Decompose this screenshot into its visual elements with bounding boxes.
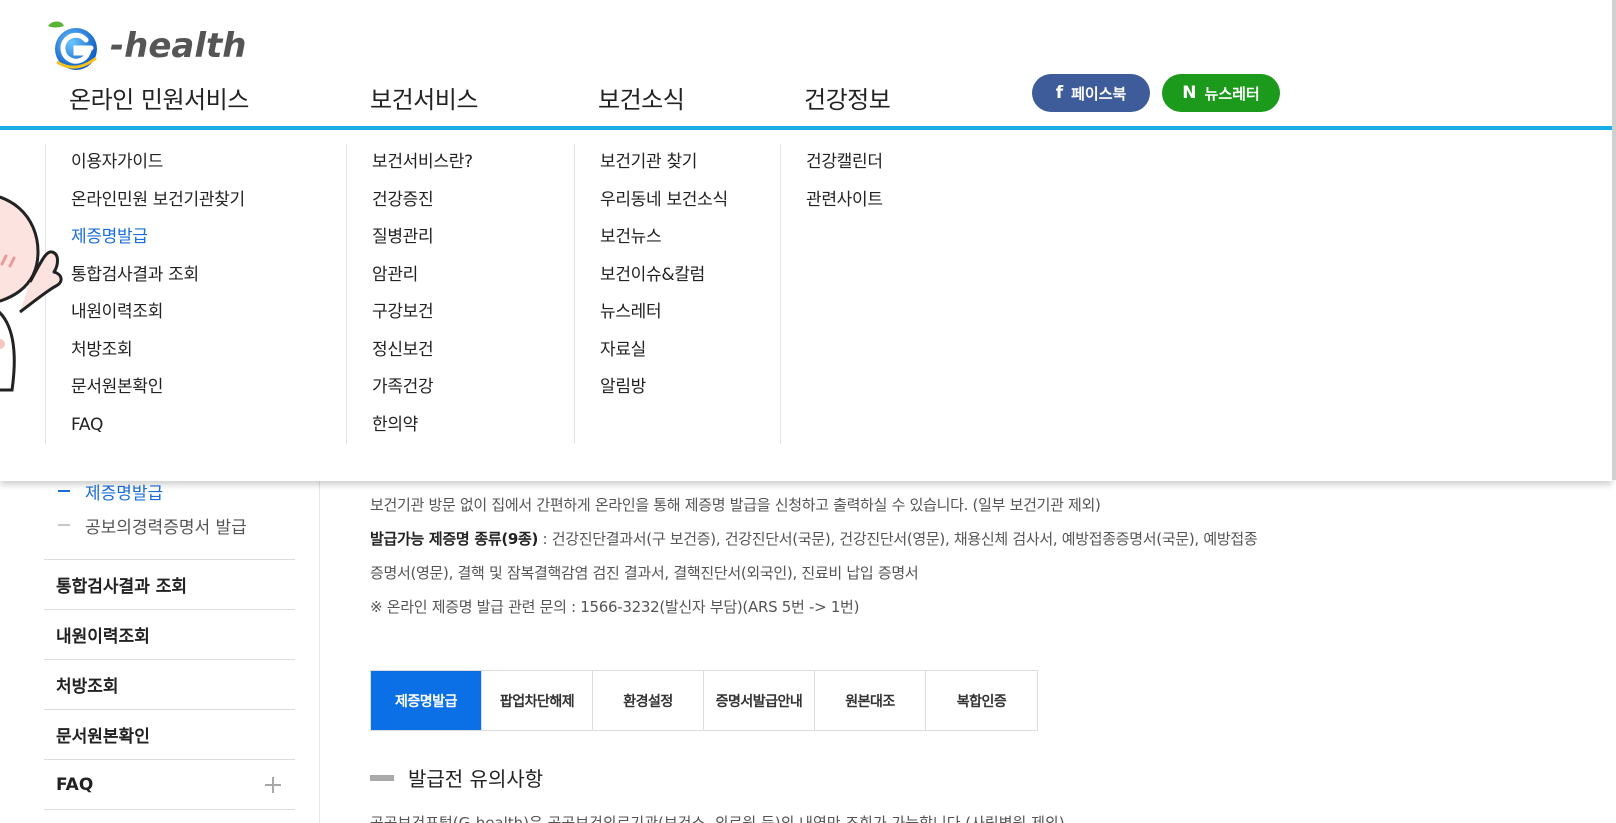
newsletter-icon: N: [1182, 83, 1197, 103]
tab-multi-auth[interactable]: 복합인증: [926, 671, 1037, 730]
menu-item-find-health-center[interactable]: 보건기관 찾기: [575, 144, 780, 182]
dash-icon: [58, 524, 70, 526]
facebook-button[interactable]: f 페이스북: [1032, 74, 1150, 112]
menu-item-health-calendar[interactable]: 건강캘린더: [781, 144, 1010, 182]
types-paragraph: 발급가능 제증명 종류(9종) : 건강진단결과서(구 보건증), 건강진단서(…: [370, 522, 1270, 590]
newsletter-button[interactable]: N 뉴스레터: [1162, 74, 1280, 112]
menu-item-find-institution[interactable]: 온라인민원 보건기관찾기: [46, 182, 346, 220]
dash-icon: [58, 490, 70, 492]
menu-item-health-promotion[interactable]: 건강증진: [347, 182, 574, 220]
lnb-sub-item-career-certificate[interactable]: 공보의경력증명서 발급: [56, 508, 306, 542]
menu-item-health-issues[interactable]: 보건이슈&칼럼: [575, 257, 780, 295]
contact-text: ※ 온라인 제증명 발급 관련 문의 : 1566-3232(발신자 부담)(A…: [370, 598, 860, 616]
section-title: 발급전 유의사항: [370, 763, 543, 792]
tab-issue-guide[interactable]: 증명서발급안내: [704, 671, 815, 730]
menu-item-test-results[interactable]: 통합검사결과 조회: [46, 257, 346, 295]
section-title-text: 발급전 유의사항: [408, 767, 544, 791]
menu-item-local-news[interactable]: 우리동네 보건소식: [575, 182, 780, 220]
lnb-item-document-verify[interactable]: 문서원본확인: [44, 710, 295, 760]
types-label: 발급가능 제증명 종류(9종): [370, 530, 539, 548]
menu-item-related-sites[interactable]: 관련사이트: [781, 182, 1010, 220]
lnb-item-test-results[interactable]: 통합검사결과 조회: [44, 560, 295, 610]
lnb-item-label: FAQ: [56, 774, 94, 795]
newsletter-label: 뉴스레터: [1204, 84, 1260, 103]
lnb-item-faq[interactable]: FAQ: [44, 760, 295, 810]
menu-item-oral-health[interactable]: 구강보건: [347, 294, 574, 332]
content-intro: 보건기관 방문 없이 집에서 간편하게 온라인을 통해 제증명 발급을 신청하고…: [370, 488, 1270, 624]
notice-line: 공공보건포털(G-health)은 공공보건의료기관(보건소, 의료원 등)의 …: [370, 814, 1065, 823]
menu-item-user-guide[interactable]: 이용자가이드: [46, 144, 346, 182]
gnb-online-civil-service[interactable]: 온라인 민원서비스: [69, 80, 249, 115]
menu-item-document-verify[interactable]: 문서원본확인: [46, 369, 346, 407]
facebook-label: 페이스북: [1071, 84, 1127, 103]
megamenu-column-health-info: 건강캘린더 관련사이트: [780, 144, 1010, 444]
gnb-health-news[interactable]: 보건소식: [598, 80, 685, 115]
menu-item-certificate-issue[interactable]: 제증명발급: [46, 219, 346, 257]
lnb-item-prescription[interactable]: 처방조회: [44, 660, 295, 710]
lnb-sub-label: 공보의경력증명서 발급: [85, 517, 247, 538]
menu-item-newsletter[interactable]: 뉴스레터: [575, 294, 780, 332]
tab-original-compare[interactable]: 원본대조: [815, 671, 926, 730]
gnb-health-service[interactable]: 보건서비스: [370, 80, 478, 115]
megamenu-column-health-news: 보건기관 찾기 우리동네 보건소식 보건뉴스 보건이슈&칼럼 뉴스레터 자료실 …: [574, 144, 780, 444]
tab-certificate-issue[interactable]: 제증명발급: [371, 671, 482, 730]
menu-item-family-health[interactable]: 가족건강: [347, 369, 574, 407]
title-bar-icon: [370, 774, 394, 781]
menu-divider-line: [0, 126, 1612, 130]
lnb-item-visit-history[interactable]: 내원이력조회: [44, 610, 295, 660]
megamenu-column-online-civil: 이용자가이드 온라인민원 보건기관찾기 제증명발급 통합검사결과 조회 내원이력…: [45, 144, 346, 444]
logo-text: -health: [110, 26, 247, 66]
lnb-item-label: 처방조회: [56, 677, 119, 697]
lnb-menu: 통합검사결과 조회 내원이력조회 처방조회 문서원본확인 FAQ: [44, 559, 295, 810]
lnb-item-label: 통합검사결과 조회: [56, 577, 188, 597]
lnb-item-label: 내원이력조회: [56, 627, 150, 647]
menu-item-cancer-management[interactable]: 암관리: [347, 257, 574, 295]
menu-item-archive[interactable]: 자료실: [575, 332, 780, 370]
plus-icon[interactable]: [265, 777, 281, 793]
menu-item-about-service[interactable]: 보건서비스란?: [347, 144, 574, 182]
lnb-item-label: 문서원본확인: [56, 727, 150, 747]
menu-item-prescription[interactable]: 처방조회: [46, 332, 346, 370]
menu-item-notice[interactable]: 알림방: [575, 369, 780, 407]
menu-item-disease-management[interactable]: 질병관리: [347, 219, 574, 257]
tab-settings[interactable]: 환경설정: [593, 671, 704, 730]
menu-item-visit-history[interactable]: 내원이력조회: [46, 294, 346, 332]
facebook-icon: f: [1055, 83, 1064, 103]
menu-item-korean-medicine[interactable]: 한의약: [347, 407, 574, 445]
gnb-health-info[interactable]: 건강정보: [804, 80, 891, 115]
site-logo[interactable]: -health: [42, 20, 246, 72]
lnb-sub-label: 제증명발급: [85, 483, 164, 504]
intro-text: 보건기관 방문 없이 집에서 간편하게 온라인을 통해 제증명 발급을 신청하고…: [370, 496, 1101, 514]
header-megamenu: -health 온라인 민원서비스 보건서비스 보건소식 건강정보 f 페이스북…: [0, 0, 1612, 481]
menu-item-faq[interactable]: FAQ: [46, 407, 346, 445]
menu-item-health-news[interactable]: 보건뉴스: [575, 219, 780, 257]
menu-item-mental-health[interactable]: 정신보건: [347, 332, 574, 370]
tab-popup-unblock[interactable]: 팝업차단해제: [482, 671, 593, 730]
mascot-character-image: [0, 195, 63, 392]
megamenu-column-health-service: 보건서비스란? 건강증진 질병관리 암관리 구강보건 정신보건 가족건강 한의약: [346, 144, 574, 444]
scrollbar[interactable]: [1612, 0, 1616, 480]
tab-bar: 제증명발급 팝업차단해제 환경설정 증명서발급안내 원본대조 복합인증: [370, 670, 1038, 731]
g-health-logo-icon: [48, 21, 97, 70]
lnb-submenu: 제증명발급 공보의경력증명서 발급: [56, 474, 306, 542]
lnb-divider: [319, 470, 320, 823]
